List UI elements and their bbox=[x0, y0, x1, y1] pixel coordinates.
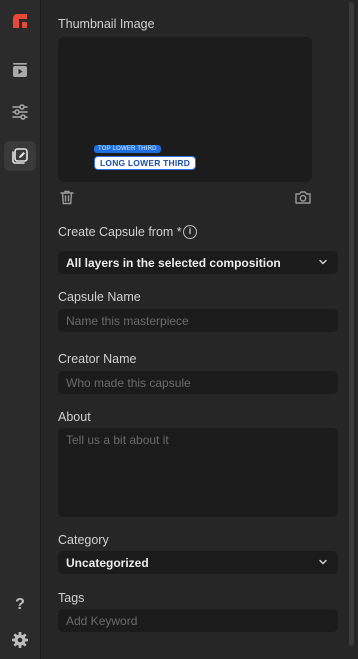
preview-long-lower-third: LONG LOWER THIRD bbox=[94, 156, 197, 170]
tags-label: Tags bbox=[58, 591, 85, 605]
trash-icon bbox=[60, 190, 74, 204]
help-button[interactable]: ? bbox=[4, 590, 36, 620]
category-label: Category bbox=[58, 533, 109, 547]
preview-top-lower-third: TOP LOWER THIRD bbox=[94, 145, 161, 153]
capsule-name-placeholder: Name this masterpiece bbox=[66, 313, 189, 328]
sidebar-item-settings-sliders[interactable] bbox=[4, 97, 36, 127]
scrollbar-thumb[interactable] bbox=[349, 2, 354, 646]
chevron-down-icon bbox=[319, 559, 327, 565]
creator-name-input[interactable]: Who made this capsule bbox=[58, 371, 338, 394]
gear-icon bbox=[12, 632, 28, 648]
thumbnail-label: Thumbnail Image bbox=[58, 17, 155, 31]
category-value: Uncategorized bbox=[66, 555, 149, 570]
help-icon: ? bbox=[15, 596, 25, 613]
logo-icon bbox=[13, 14, 27, 28]
capsule-name-input[interactable]: Name this masterpiece bbox=[58, 309, 338, 332]
create-from-label: Create Capsule from * bbox=[58, 225, 182, 239]
creator-name-placeholder: Who made this capsule bbox=[66, 375, 191, 390]
sliders-icon bbox=[12, 104, 28, 120]
category-select[interactable]: Uncategorized bbox=[58, 551, 338, 574]
delete-thumbnail-button[interactable] bbox=[58, 188, 76, 206]
create-from-value: All layers in the selected composition bbox=[66, 255, 281, 270]
creator-name-label: Creator Name bbox=[58, 352, 137, 366]
capsule-name-label: Capsule Name bbox=[58, 290, 141, 304]
tags-placeholder: Add Keyword bbox=[66, 613, 138, 628]
sidebar-item-play[interactable] bbox=[4, 55, 36, 85]
capsule-edit-icon bbox=[12, 148, 28, 164]
camera-icon bbox=[295, 191, 311, 204]
tags-input[interactable]: Add Keyword bbox=[58, 609, 338, 632]
logo-button[interactable] bbox=[4, 6, 36, 36]
create-from-select[interactable]: All layers in the selected composition bbox=[58, 251, 338, 274]
capture-thumbnail-button[interactable] bbox=[294, 188, 312, 206]
sidebar-rail: ? bbox=[0, 0, 41, 659]
play-queue-icon bbox=[13, 63, 27, 77]
about-textarea[interactable]: Tell us a bit about it bbox=[58, 428, 338, 517]
about-placeholder: Tell us a bit about it bbox=[66, 433, 169, 447]
info-icon[interactable]: i bbox=[183, 225, 197, 239]
settings-button[interactable] bbox=[4, 625, 36, 655]
thumbnail-preview[interactable]: TOP LOWER THIRD LONG LOWER THIRD bbox=[58, 37, 312, 182]
about-label: About bbox=[58, 410, 91, 424]
chevron-down-icon bbox=[319, 259, 327, 265]
sidebar-item-create-capsule[interactable] bbox=[4, 141, 36, 171]
